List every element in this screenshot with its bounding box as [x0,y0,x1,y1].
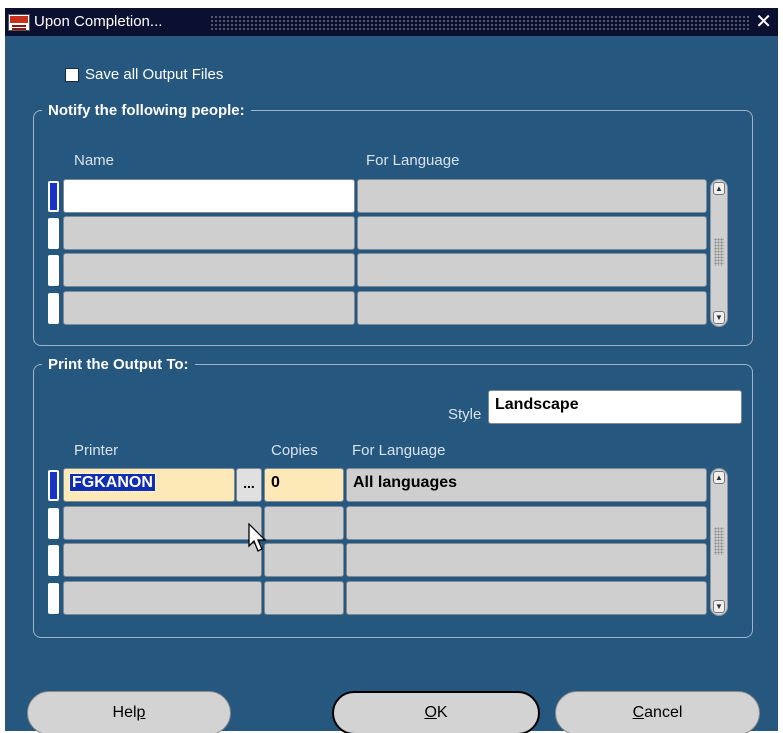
save-output-checkbox[interactable]: Save all Output Files [65,66,223,83]
copies-field[interactable] [264,581,344,615]
copies-field[interactable] [264,543,344,577]
print-language-field[interactable]: All languages [346,468,707,502]
scroll-down-icon[interactable]: ▼ [713,600,725,613]
help-button[interactable]: Hel p [27,691,231,733]
row-indicator[interactable] [48,583,59,614]
notify-name-field[interactable] [63,253,355,287]
copies-field[interactable] [264,506,344,540]
dialog-body: Save all Output Files Notify the followi… [5,36,778,733]
cancel-label-rest: ancel [644,704,683,721]
cancel-mnemonic: C [632,704,645,721]
help-mnemonic: p [136,704,146,721]
printer-field[interactable] [63,543,262,577]
window-title: Upon Completion... [34,13,163,30]
mouse-pointer-icon [248,523,267,552]
notify-name-header: Name [74,152,115,169]
title-bar[interactable]: Upon Completion... ✕ [5,8,778,36]
row-indicator-current[interactable] [48,470,59,501]
notify-language-field[interactable] [357,291,707,325]
notify-language-field[interactable] [357,179,707,213]
print-language-field[interactable] [346,506,707,540]
print-language-header: For Language [352,442,446,459]
row-indicator[interactable] [48,218,59,249]
ok-mnemonic: O [424,704,437,721]
notify-name-field[interactable] [63,216,355,250]
row-indicator[interactable] [48,545,59,576]
print-language-field[interactable] [346,581,707,615]
notify-scrollbar[interactable]: ▲ ▼ [710,179,728,327]
row-indicator[interactable] [48,255,59,286]
notify-name-field[interactable] [63,291,355,325]
style-field[interactable]: Landscape [488,390,742,424]
style-label: Style [448,406,482,423]
scroll-up-icon[interactable]: ▲ [713,471,725,484]
scroll-up-icon[interactable]: ▲ [713,182,725,195]
copies-field[interactable]: 0 [264,468,344,502]
scroll-down-icon[interactable]: ▼ [713,311,725,324]
printer-header: Printer [74,442,119,459]
save-output-label: Save all Output Files [85,66,224,83]
ok-label-rest: K [436,704,448,721]
print-scrollbar[interactable]: ▲ ▼ [710,468,728,616]
ok-button[interactable]: OK [332,691,540,733]
oracle-app-icon [8,14,30,31]
print-legend: Print the Output To: [48,356,189,373]
cancel-button[interactable]: Cancel [555,691,760,733]
printer-field[interactable]: FGKANON [63,468,235,502]
row-indicator[interactable] [48,508,59,539]
notify-name-field[interactable] [63,179,355,213]
list-of-values-button[interactable]: ... [236,468,262,502]
title-bar-texture [210,15,750,30]
checkbox-box[interactable] [65,67,79,82]
row-indicator[interactable] [48,293,59,324]
printer-value-selected: FGKANON [69,473,156,492]
print-language-field[interactable] [346,543,707,577]
notify-language-header: For Language [366,152,460,169]
scroll-thumb[interactable] [714,238,724,266]
printer-field[interactable] [63,506,262,540]
copies-header: Copies [271,442,318,459]
scroll-thumb[interactable] [714,527,724,555]
notify-language-field[interactable] [357,253,707,287]
notify-language-field[interactable] [357,216,707,250]
help-label: Hel [112,704,137,721]
notify-legend: Notify the following people: [48,102,245,119]
row-indicator-current[interactable] [48,181,59,212]
close-icon[interactable]: ✕ [755,10,772,34]
printer-field[interactable] [63,581,262,615]
